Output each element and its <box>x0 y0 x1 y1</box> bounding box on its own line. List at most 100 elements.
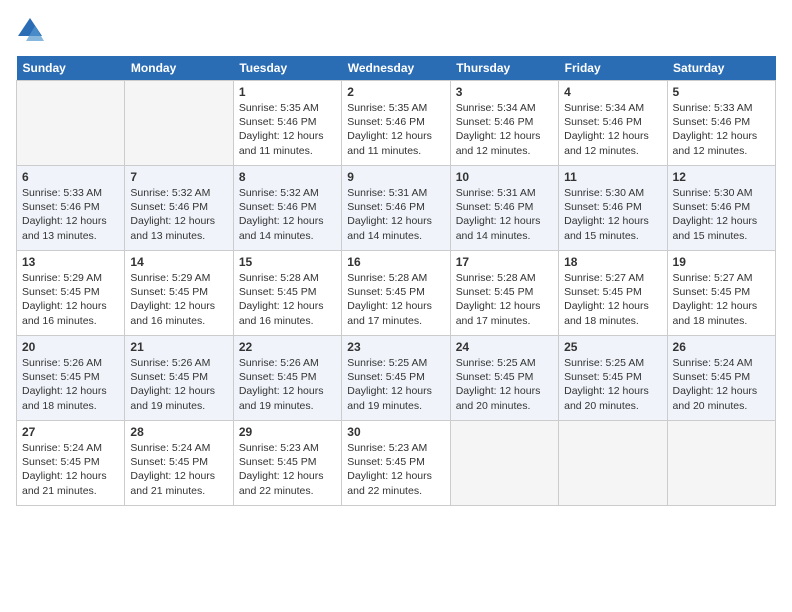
calendar-cell: 5 Sunrise: 5:33 AMSunset: 5:46 PMDaylight… <box>667 81 775 166</box>
calendar-week-row: 20 Sunrise: 5:26 AMSunset: 5:45 PMDayligh… <box>17 336 776 421</box>
calendar-week-row: 1 Sunrise: 5:35 AMSunset: 5:46 PMDaylight… <box>17 81 776 166</box>
calendar-cell: 18Sunrise: 5:27 AMSunset: 5:45 PMDayligh… <box>559 251 667 336</box>
calendar-cell: 9 Sunrise: 5:31 AMSunset: 5:46 PMDaylight… <box>342 166 450 251</box>
calendar-cell: 6Sunrise: 5:33 AMSunset: 5:46 PMDaylight… <box>17 166 125 251</box>
day-number: 23 <box>347 340 444 354</box>
calendar-week-row: 27 Sunrise: 5:24 AMSunset: 5:45 PMDayligh… <box>17 421 776 506</box>
day-number: 30 <box>347 425 444 439</box>
day-info: Sunrise: 5:30 AMSunset: 5:46 PMDaylight:… <box>673 186 770 243</box>
calendar-cell: 22Sunrise: 5:26 AMSunset: 5:45 PMDayligh… <box>233 336 341 421</box>
calendar-cell <box>667 421 775 506</box>
calendar-cell: 3 Sunrise: 5:34 AMSunset: 5:46 PMDaylight… <box>450 81 558 166</box>
calendar-cell: 13 Sunrise: 5:29 AMSunset: 5:45 PMDayligh… <box>17 251 125 336</box>
calendar-cell: 19 Sunrise: 5:27 AMSunset: 5:45 PMDayligh… <box>667 251 775 336</box>
page-header <box>16 16 776 44</box>
day-number: 28 <box>130 425 227 439</box>
day-info: Sunrise: 5:24 AMSunset: 5:45 PMDaylight:… <box>130 441 227 498</box>
day-info: Sunrise: 5:28 AMSunset: 5:45 PMDaylight:… <box>239 271 336 328</box>
day-number: 2 <box>347 85 444 99</box>
calendar-cell: 4Sunrise: 5:34 AMSunset: 5:46 PMDaylight… <box>559 81 667 166</box>
day-info: Sunrise: 5:25 AMSunset: 5:45 PMDaylight:… <box>456 356 553 413</box>
calendar-cell: 7 Sunrise: 5:32 AMSunset: 5:46 PMDaylight… <box>125 166 233 251</box>
day-number: 21 <box>130 340 227 354</box>
day-info: Sunrise: 5:33 AMSunset: 5:46 PMDaylight:… <box>22 186 119 243</box>
day-info: Sunrise: 5:33 AMSunset: 5:46 PMDaylight:… <box>673 101 770 158</box>
day-info: Sunrise: 5:23 AMSunset: 5:45 PMDaylight:… <box>347 441 444 498</box>
day-number: 22 <box>239 340 336 354</box>
day-header-tuesday: Tuesday <box>233 56 341 81</box>
logo <box>16 16 48 44</box>
day-number: 26 <box>673 340 770 354</box>
day-number: 11 <box>564 170 661 184</box>
calendar-cell: 16 Sunrise: 5:28 AMSunset: 5:45 PMDayligh… <box>342 251 450 336</box>
day-number: 29 <box>239 425 336 439</box>
day-number: 24 <box>456 340 553 354</box>
day-number: 7 <box>130 170 227 184</box>
day-info: Sunrise: 5:31 AMSunset: 5:46 PMDaylight:… <box>456 186 553 243</box>
day-header-thursday: Thursday <box>450 56 558 81</box>
day-header-sunday: Sunday <box>17 56 125 81</box>
calendar-table: SundayMondayTuesdayWednesdayThursdayFrid… <box>16 56 776 506</box>
day-number: 5 <box>673 85 770 99</box>
calendar-week-row: 13 Sunrise: 5:29 AMSunset: 5:45 PMDayligh… <box>17 251 776 336</box>
day-info: Sunrise: 5:26 AMSunset: 5:45 PMDaylight:… <box>130 356 227 413</box>
calendar-cell: 2 Sunrise: 5:35 AMSunset: 5:46 PMDaylight… <box>342 81 450 166</box>
day-info: Sunrise: 5:27 AMSunset: 5:45 PMDaylight:… <box>564 271 661 328</box>
calendar-cell: 25 Sunrise: 5:25 AMSunset: 5:45 PMDayligh… <box>559 336 667 421</box>
day-number: 19 <box>673 255 770 269</box>
day-number: 10 <box>456 170 553 184</box>
day-info: Sunrise: 5:34 AMSunset: 5:46 PMDaylight:… <box>564 101 661 158</box>
calendar-cell <box>17 81 125 166</box>
calendar-cell <box>450 421 558 506</box>
calendar-cell: 26Sunrise: 5:24 AMSunset: 5:45 PMDayligh… <box>667 336 775 421</box>
day-header-wednesday: Wednesday <box>342 56 450 81</box>
day-info: Sunrise: 5:25 AMSunset: 5:45 PMDaylight:… <box>564 356 661 413</box>
day-info: Sunrise: 5:29 AMSunset: 5:45 PMDaylight:… <box>130 271 227 328</box>
day-number: 3 <box>456 85 553 99</box>
day-number: 16 <box>347 255 444 269</box>
calendar-cell <box>125 81 233 166</box>
day-info: Sunrise: 5:35 AMSunset: 5:46 PMDaylight:… <box>347 101 444 158</box>
day-info: Sunrise: 5:25 AMSunset: 5:45 PMDaylight:… <box>347 356 444 413</box>
day-header-friday: Friday <box>559 56 667 81</box>
day-number: 15 <box>239 255 336 269</box>
calendar-cell: 30 Sunrise: 5:23 AMSunset: 5:45 PMDayligh… <box>342 421 450 506</box>
day-number: 13 <box>22 255 119 269</box>
calendar-cell: 28 Sunrise: 5:24 AMSunset: 5:45 PMDayligh… <box>125 421 233 506</box>
day-info: Sunrise: 5:32 AMSunset: 5:46 PMDaylight:… <box>239 186 336 243</box>
day-info: Sunrise: 5:26 AMSunset: 5:45 PMDaylight:… <box>22 356 119 413</box>
calendar-cell: 24 Sunrise: 5:25 AMSunset: 5:45 PMDayligh… <box>450 336 558 421</box>
day-info: Sunrise: 5:34 AMSunset: 5:46 PMDaylight:… <box>456 101 553 158</box>
calendar-cell: 10 Sunrise: 5:31 AMSunset: 5:46 PMDayligh… <box>450 166 558 251</box>
day-number: 9 <box>347 170 444 184</box>
calendar-cell: 1Sunrise: 5:35 AMSunset: 5:46 PMDaylight… <box>233 81 341 166</box>
calendar-cell: 15 Sunrise: 5:28 AMSunset: 5:45 PMDayligh… <box>233 251 341 336</box>
calendar-cell <box>559 421 667 506</box>
calendar-cell: 8 Sunrise: 5:32 AMSunset: 5:46 PMDaylight… <box>233 166 341 251</box>
day-info: Sunrise: 5:32 AMSunset: 5:46 PMDaylight:… <box>130 186 227 243</box>
day-number: 25 <box>564 340 661 354</box>
day-number: 27 <box>22 425 119 439</box>
day-info: Sunrise: 5:29 AMSunset: 5:45 PMDaylight:… <box>22 271 119 328</box>
calendar-cell: 27 Sunrise: 5:24 AMSunset: 5:45 PMDayligh… <box>17 421 125 506</box>
calendar-cell: 20 Sunrise: 5:26 AMSunset: 5:45 PMDayligh… <box>17 336 125 421</box>
calendar-cell: 12 Sunrise: 5:30 AMSunset: 5:46 PMDayligh… <box>667 166 775 251</box>
day-number: 14 <box>130 255 227 269</box>
day-info: Sunrise: 5:31 AMSunset: 5:46 PMDaylight:… <box>347 186 444 243</box>
day-info: Sunrise: 5:27 AMSunset: 5:45 PMDaylight:… <box>673 271 770 328</box>
day-number: 1 <box>239 85 336 99</box>
day-info: Sunrise: 5:28 AMSunset: 5:45 PMDaylight:… <box>456 271 553 328</box>
day-number: 8 <box>239 170 336 184</box>
day-header-monday: Monday <box>125 56 233 81</box>
day-number: 20 <box>22 340 119 354</box>
day-number: 12 <box>673 170 770 184</box>
calendar-cell: 29 Sunrise: 5:23 AMSunset: 5:45 PMDayligh… <box>233 421 341 506</box>
calendar-week-row: 6Sunrise: 5:33 AMSunset: 5:46 PMDaylight… <box>17 166 776 251</box>
day-info: Sunrise: 5:23 AMSunset: 5:45 PMDaylight:… <box>239 441 336 498</box>
calendar-cell: 17 Sunrise: 5:28 AMSunset: 5:45 PMDayligh… <box>450 251 558 336</box>
day-number: 17 <box>456 255 553 269</box>
logo-icon <box>16 16 44 44</box>
day-info: Sunrise: 5:28 AMSunset: 5:45 PMDaylight:… <box>347 271 444 328</box>
day-info: Sunrise: 5:24 AMSunset: 5:45 PMDaylight:… <box>22 441 119 498</box>
day-info: Sunrise: 5:30 AMSunset: 5:46 PMDaylight:… <box>564 186 661 243</box>
